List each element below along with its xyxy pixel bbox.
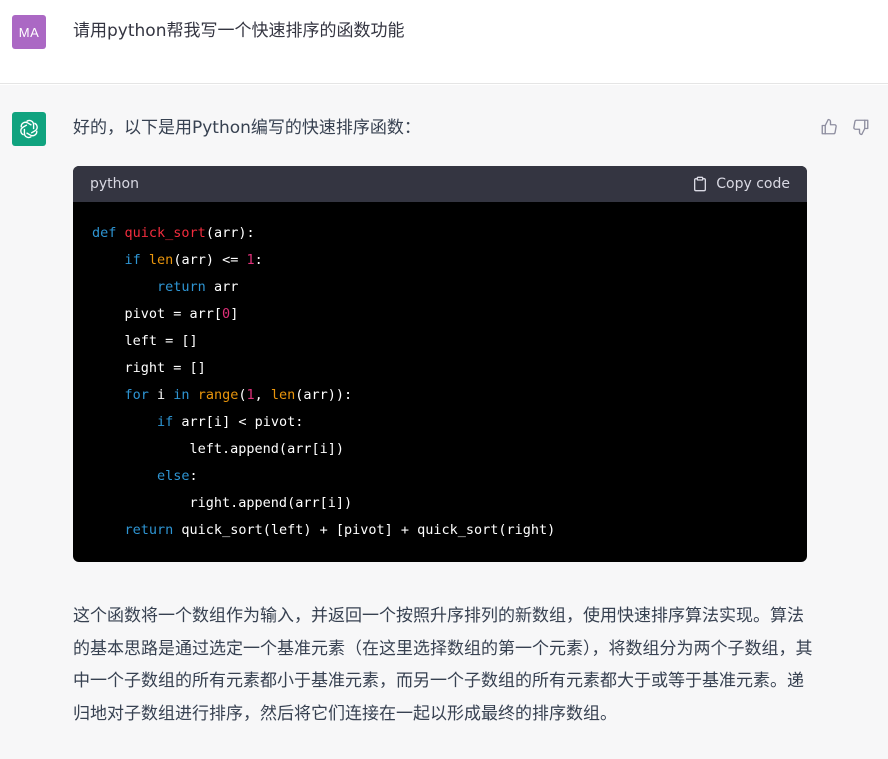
code-token: left = [] — [92, 333, 198, 349]
code-token: for — [124, 387, 149, 403]
code-token: right = [] — [92, 360, 206, 376]
assistant-explanation-text: 这个函数将一个数组作为输入，并返回一个按照升序排列的新数组，使用快速排序算法实现… — [73, 606, 813, 724]
code-token: 1 — [246, 252, 255, 268]
code-token: (arr)): — [295, 387, 353, 403]
code-token: len — [270, 387, 296, 403]
code-token: (arr): — [205, 225, 255, 241]
code-line: pivot = arr[0] — [92, 301, 788, 328]
code-line: left = [] — [92, 328, 788, 355]
code-token: ] — [230, 306, 239, 322]
code-token: if — [124, 252, 141, 268]
code-token: else — [157, 468, 190, 484]
clipboard-icon — [694, 176, 707, 192]
code-token: : — [254, 252, 263, 268]
code-line: if len(arr) <= 1: — [92, 247, 788, 274]
code-token: 0 — [222, 306, 231, 322]
code-line: return arr — [92, 274, 788, 301]
code-token: return — [124, 522, 174, 538]
code-token: (arr) <= — [173, 252, 247, 268]
code-token: arr — [205, 279, 239, 295]
code-token: in — [173, 387, 190, 403]
code-language-label: python — [90, 176, 139, 192]
assistant-avatar — [12, 112, 46, 146]
code-block: python Copy code def quick_sort(arr): if… — [73, 166, 807, 562]
user-message-text: 请用python帮我写一个快速排序的函数功能 — [73, 21, 405, 41]
code-token: left.append(arr[i]) — [92, 441, 344, 457]
code-token: i — [148, 387, 174, 403]
code-token: quick_sort(left) + [pivot] + quick_sort(… — [173, 522, 556, 538]
copy-code-label: Copy code — [716, 176, 790, 192]
code-token: len — [148, 252, 174, 268]
code-token: if — [157, 414, 174, 430]
code-content[interactable]: def quick_sort(arr): if len(arr) <= 1: r… — [73, 202, 807, 562]
code-token: arr[i] < pivot: — [173, 414, 304, 430]
thumbs-down-icon — [853, 119, 869, 136]
thumbs-up-button[interactable] — [818, 116, 840, 138]
code-line: right.append(arr[i]) — [92, 490, 788, 517]
assistant-intro-text: 好的，以下是用Python编写的快速排序函数： — [73, 118, 421, 138]
code-token: : — [189, 468, 198, 484]
code-line: def quick_sort(arr): — [92, 220, 788, 247]
code-token: 1 — [246, 387, 255, 403]
code-block-header: python Copy code — [73, 166, 807, 202]
copy-code-button[interactable]: Copy code — [692, 176, 790, 192]
code-token: range — [197, 387, 239, 403]
code-token: quick_sort — [124, 225, 206, 241]
code-token: def — [92, 225, 117, 241]
code-line: if arr[i] < pivot: — [92, 409, 788, 436]
code-token: , — [254, 387, 271, 403]
code-line: for i in range(1, len(arr)): — [92, 382, 788, 409]
assistant-message-row: 好的，以下是用Python编写的快速排序函数： python Copy code… — [0, 85, 888, 759]
code-line: left.append(arr[i]) — [92, 436, 788, 463]
code-token: return — [157, 279, 206, 295]
thumbs-down-button[interactable] — [850, 116, 872, 138]
code-line: right = [] — [92, 355, 788, 382]
code-line: return quick_sort(left) + [pivot] + quic… — [92, 517, 788, 544]
code-line: else: — [92, 463, 788, 490]
user-avatar: MA — [12, 15, 46, 49]
code-token: right.append(arr[i]) — [92, 495, 353, 511]
openai-logo-icon — [20, 119, 38, 139]
code-token: pivot = arr[ — [92, 306, 223, 322]
user-message-row: MA 请用python帮我写一个快速排序的函数功能 — [0, 0, 888, 84]
thumbs-up-icon — [821, 118, 837, 135]
